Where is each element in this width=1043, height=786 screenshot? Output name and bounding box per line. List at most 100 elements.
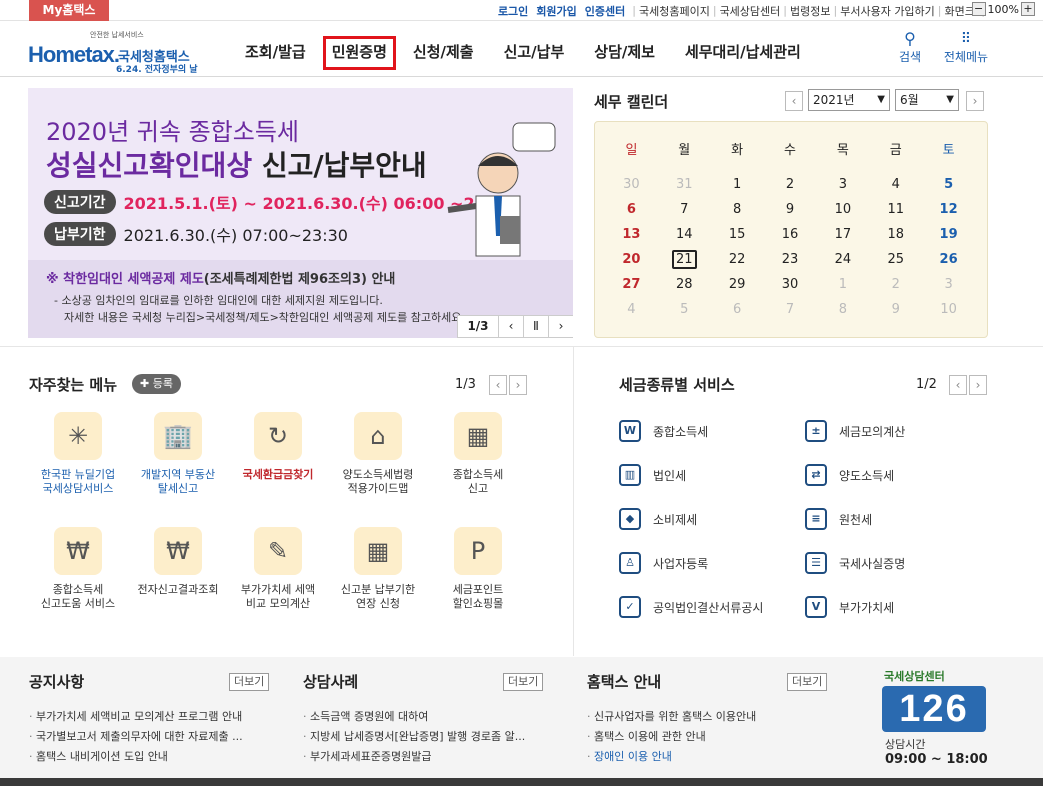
favorites-next-button[interactable]: › <box>509 375 527 395</box>
calendar-day[interactable]: 9 <box>764 197 817 222</box>
calendar-next-button[interactable]: › <box>966 91 984 111</box>
calendar-day[interactable]: 8 <box>816 297 869 322</box>
nav-inquiry-issue[interactable]: 조회/발급 <box>232 36 319 70</box>
calendar-day[interactable]: 4 <box>869 172 922 197</box>
calendar-day[interactable]: 31 <box>658 172 711 197</box>
nav-report-pay[interactable]: 신고/납부 <box>491 36 578 70</box>
favorite-menu-item[interactable]: ✳ 한국판 뉴딜기업 국세상담서비스 <box>28 412 128 496</box>
calendar-day[interactable]: 4 <box>605 297 658 322</box>
calendar-day[interactable]: 11 <box>869 197 922 222</box>
favorite-menu-item[interactable]: ▦ 신고분 납부기한 연장 신청 <box>328 527 428 611</box>
calendar-prev-button[interactable]: ‹ <box>785 91 803 111</box>
favorite-menu-item[interactable]: P 세금포인트 할인쇼핑몰 <box>428 527 528 611</box>
list-item[interactable]: 신규사업자를 위한 홈택스 이용안내 <box>587 707 756 727</box>
tax-service-item[interactable]: ± 세금모의계산 <box>805 420 905 442</box>
signup-link[interactable]: 회원가입 <box>536 3 576 19</box>
favorites-prev-button[interactable]: ‹ <box>489 375 507 395</box>
tax-service-item[interactable]: ◆ 소비제세 <box>619 508 697 530</box>
tax-service-item[interactable]: ▥ 법인세 <box>619 464 686 486</box>
calendar-day[interactable]: 25 <box>869 247 922 272</box>
tax-service-item[interactable]: ⇄ 양도소득세 <box>805 464 894 486</box>
tax-service-item[interactable]: V 부가가치세 <box>805 596 894 618</box>
favorite-menu-item[interactable]: ⌂ 양도소득세법령 적용가이드맵 <box>328 412 428 496</box>
list-item[interactable]: 장애인 이용 안내 <box>587 747 756 767</box>
notice-more-button[interactable]: 더보기 <box>229 673 270 691</box>
dept-user-signup-link[interactable]: 부서사용자 가입하기 <box>840 3 935 19</box>
tax-service-item[interactable]: ♙ 사업자등록 <box>619 552 708 574</box>
promo-banner[interactable]: 2020년 귀속 종합소득세 성실신고확인대상 신고/납부안내 신고기간 202… <box>28 88 573 338</box>
law-info-link[interactable]: 법령정보 <box>790 3 830 19</box>
calendar-year-select[interactable]: 2021년 ▼ <box>808 89 890 111</box>
calendar-day[interactable]: 5 <box>658 297 711 322</box>
list-item[interactable]: 소득금액 증명원에 대하여 <box>303 707 525 727</box>
calendar-day[interactable]: 15 <box>711 222 764 247</box>
hometax-logo[interactable]: 안전한 납세서비스 Hometax. 국세청홈택스 6.24. 전자정부의 날 <box>28 28 218 75</box>
cert-center-link[interactable]: 인증센터 <box>585 3 625 19</box>
calendar-day[interactable]: 23 <box>764 247 817 272</box>
guide-more-button[interactable]: 더보기 <box>787 673 828 691</box>
nts-homepage-link[interactable]: 국세청홈페이지 <box>639 3 710 19</box>
calendar-day[interactable]: 6 <box>605 197 658 222</box>
calendar-day[interactable]: 7 <box>658 197 711 222</box>
banner-pause-button[interactable]: Ⅱ <box>523 316 548 337</box>
calendar-day[interactable]: 1 <box>816 272 869 297</box>
nav-civil-certificate[interactable]: 민원증명 <box>322 36 396 70</box>
counsel-more-button[interactable]: 더보기 <box>503 673 544 691</box>
zoom-in-button[interactable]: + <box>1021 2 1035 16</box>
calendar-day[interactable]: 3 <box>922 272 975 297</box>
login-link[interactable]: 로그인 <box>498 3 528 19</box>
calendar-day[interactable]: 3 <box>816 172 869 197</box>
nav-counsel-report[interactable]: 상담/제보 <box>581 36 668 70</box>
calendar-day[interactable]: 17 <box>816 222 869 247</box>
favorite-menu-item[interactable]: 🏢 개발지역 부동산 탈세신고 <box>128 412 228 496</box>
calendar-day[interactable]: 2 <box>764 172 817 197</box>
calendar-day[interactable]: 27 <box>605 272 658 297</box>
tax-service-item[interactable]: ☰ 국세사실증명 <box>805 552 905 574</box>
calendar-day[interactable]: 26 <box>922 247 975 272</box>
calendar-day[interactable]: 8 <box>711 197 764 222</box>
tax-service-item[interactable]: W 종합소득세 <box>619 420 708 442</box>
calendar-day[interactable]: 13 <box>605 222 658 247</box>
list-item[interactable]: 지방세 납세증명서[완납증명] 발행 경로좀 알... <box>303 727 525 747</box>
calendar-day[interactable]: 2 <box>869 272 922 297</box>
search-button[interactable]: ⚲ 검색 <box>890 30 930 65</box>
calendar-day[interactable]: 28 <box>658 272 711 297</box>
my-hometax-tab[interactable]: My홈택스 <box>29 0 109 21</box>
nav-apply-submit[interactable]: 신청/제출 <box>400 36 487 70</box>
tax-service-item[interactable]: ✓ 공익법인결산서류공시 <box>619 596 763 618</box>
calendar-day[interactable]: 14 <box>658 222 711 247</box>
counsel-center-link[interactable]: 국세상담센터 <box>720 3 781 19</box>
list-item[interactable]: 부가세과세표준증명원발급 <box>303 747 525 767</box>
calendar-day[interactable]: 10 <box>816 197 869 222</box>
calendar-day[interactable]: 10 <box>922 297 975 322</box>
calendar-day[interactable]: 7 <box>764 297 817 322</box>
banner-next-button[interactable]: › <box>548 316 573 337</box>
calendar-day[interactable]: 30 <box>605 172 658 197</box>
calendar-day[interactable]: 19 <box>922 222 975 247</box>
calendar-day[interactable]: 21 <box>658 247 711 272</box>
list-item[interactable]: 홈택스 이용에 관한 안내 <box>587 727 756 747</box>
calendar-day[interactable]: 24 <box>816 247 869 272</box>
list-item[interactable]: 홈택스 내비게이션 도입 안내 <box>29 747 243 767</box>
favorite-menu-item[interactable]: ₩ 종합소득세 신고도움 서비스 <box>28 527 128 611</box>
calendar-day[interactable]: 6 <box>711 297 764 322</box>
favorite-menu-item[interactable]: ↻ 국세환급금찾기 <box>228 412 328 482</box>
nav-tax-agent[interactable]: 세무대리/납세관리 <box>672 36 814 70</box>
banner-prev-button[interactable]: ‹ <box>498 316 523 337</box>
calendar-day[interactable]: 1 <box>711 172 764 197</box>
calendar-day[interactable]: 12 <box>922 197 975 222</box>
calendar-day[interactable]: 30 <box>764 272 817 297</box>
tax-services-next-button[interactable]: › <box>969 375 987 395</box>
calendar-month-select[interactable]: 6월 ▼ <box>895 89 959 111</box>
favorites-add-button[interactable]: ✚ 등록 <box>132 374 181 394</box>
calendar-day[interactable]: 5 <box>922 172 975 197</box>
calendar-day[interactable]: 18 <box>869 222 922 247</box>
calendar-day[interactable]: 20 <box>605 247 658 272</box>
calendar-day[interactable]: 22 <box>711 247 764 272</box>
list-item[interactable]: 국가별보고서 제출의무자에 대한 자료제출 ... <box>29 727 243 747</box>
favorite-menu-item[interactable]: ₩ 전자신고결과조회 <box>128 527 228 597</box>
favorite-menu-item[interactable]: ▦ 종합소득세 신고 <box>428 412 528 496</box>
all-menu-button[interactable]: ⠿ 전체메뉴 <box>938 30 994 65</box>
tax-services-prev-button[interactable]: ‹ <box>949 375 967 395</box>
calendar-day[interactable]: 16 <box>764 222 817 247</box>
